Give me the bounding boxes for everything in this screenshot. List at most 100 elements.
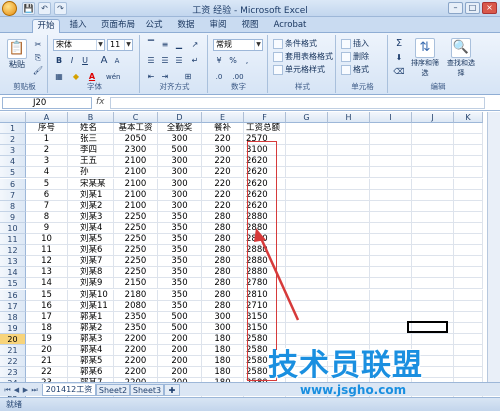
cell-b3[interactable]: 李四 [68,145,114,157]
cell-j14[interactable] [412,267,454,279]
cell-c17[interactable]: 2080 [114,300,158,312]
select-all-corner[interactable] [0,112,26,123]
cell-c2[interactable]: 2050 [114,134,158,146]
format-painter-icon[interactable]: 🖌 [32,65,44,77]
align-right-icon[interactable]: ☰ [173,55,185,67]
cell-c20[interactable]: 2200 [114,333,158,345]
cell-a15[interactable]: 14 [26,278,68,290]
paste-button[interactable]: 📋 粘贴 [5,39,29,70]
prev-sheet-icon[interactable]: ◀ [12,385,21,395]
cell-i18[interactable] [370,311,412,323]
cell-h19[interactable] [328,322,370,334]
cell-d3[interactable]: 500 [158,145,202,157]
vertical-scrollbar[interactable] [487,112,500,382]
row-header-20[interactable]: 20 [0,333,26,345]
cell-e8[interactable]: 220 [202,200,244,212]
cell-d18[interactable]: 500 [158,311,202,323]
column-header-e[interactable]: E [202,112,244,123]
cell-b4[interactable]: 王五 [68,156,114,168]
last-sheet-icon[interactable]: ⏭ [30,385,39,395]
cell-i5[interactable] [370,167,412,179]
cell-d10[interactable]: 350 [158,222,202,234]
font-size-select[interactable]: 11 ▼ [107,39,133,51]
align-center-icon[interactable]: ☰ [159,55,171,67]
cell-c12[interactable]: 2250 [114,245,158,257]
cell-k14[interactable] [454,267,483,279]
cell-j17[interactable] [412,300,454,312]
first-sheet-icon[interactable]: ⏮ [3,385,12,395]
row-header-18[interactable]: 18 [0,311,26,323]
column-header-h[interactable]: H [328,112,370,123]
cell-k15[interactable] [454,278,483,290]
cell-d23[interactable]: 200 [158,367,202,379]
sheet-tab-201412[interactable]: 201412工资 [42,384,96,396]
cell-e3[interactable]: 300 [202,145,244,157]
shrink-font-button[interactable]: A [111,55,123,67]
cell-g1[interactable] [286,123,328,134]
cell-e7[interactable]: 220 [202,189,244,201]
sheet-tab-sheet3[interactable]: Sheet3 [130,384,164,396]
cell-d19[interactable]: 500 [158,322,202,334]
cell-c22[interactable]: 2200 [114,356,158,368]
cut-icon[interactable]: ✂ [32,39,44,51]
insert-sheet-icon[interactable]: ✚ [164,384,180,396]
cell-j8[interactable] [412,200,454,212]
cell-a1[interactable]: 序号 [26,123,68,134]
cell-j2[interactable] [412,134,454,146]
row-header-3[interactable]: 3 [0,145,26,157]
underline-button[interactable]: U [79,55,91,67]
cell-h10[interactable] [328,222,370,234]
cell-c8[interactable]: 2100 [114,200,158,212]
cell-i3[interactable] [370,145,412,157]
row-header-10[interactable]: 10 [0,222,26,234]
cell-c1[interactable]: 基本工资 [114,123,158,134]
cell-a3[interactable]: 2 [26,145,68,157]
cell-b14[interactable]: 刘某8 [68,267,114,279]
cell-h4[interactable] [328,156,370,168]
cell-c4[interactable]: 2100 [114,156,158,168]
minimize-button[interactable]: – [448,2,463,14]
cell-c7[interactable]: 2100 [114,189,158,201]
cell-g2[interactable] [286,134,328,146]
cell-g7[interactable] [286,189,328,201]
row-header-15[interactable]: 15 [0,278,26,290]
copy-icon[interactable]: ⎘ [32,52,44,64]
cell-k17[interactable] [454,300,483,312]
cell-b8[interactable]: 刘某2 [68,200,114,212]
sheet-tab-sheet2[interactable]: Sheet2 [96,384,130,396]
clear-icon[interactable]: ⌫ [393,66,405,78]
cell-j13[interactable] [412,256,454,268]
cell-g6[interactable] [286,178,328,190]
percent-button[interactable]: % [227,55,239,67]
cell-k9[interactable] [454,211,483,223]
cell-k20[interactable] [454,333,483,345]
autosum-button[interactable]: Σ [393,38,405,50]
cell-d9[interactable]: 350 [158,211,202,223]
cell-h15[interactable] [328,278,370,290]
cell-k4[interactable] [454,156,483,168]
cell-k19[interactable] [454,322,483,334]
cell-d2[interactable]: 300 [158,134,202,146]
cell-e13[interactable]: 280 [202,256,244,268]
cell-e23[interactable]: 180 [202,367,244,379]
cell-a14[interactable]: 13 [26,267,68,279]
row-header-5[interactable]: 5 [0,167,26,179]
cell-i1[interactable] [370,123,412,134]
tab-home[interactable]: 开始 [32,19,60,33]
cell-b23[interactable]: 郭某6 [68,367,114,379]
cell-g17[interactable] [286,300,328,312]
cell-h14[interactable] [328,267,370,279]
cell-e6[interactable]: 220 [202,178,244,190]
grow-font-button[interactable]: A [98,55,110,67]
cell-b12[interactable]: 刘某6 [68,245,114,257]
cell-e9[interactable]: 280 [202,211,244,223]
align-middle-icon[interactable]: ≡ [159,39,171,51]
cell-b10[interactable]: 刘某4 [68,222,114,234]
cell-g15[interactable] [286,278,328,290]
cell-d5[interactable]: 300 [158,167,202,179]
cell-k7[interactable] [454,189,483,201]
cell-i2[interactable] [370,134,412,146]
cell-i9[interactable] [370,211,412,223]
cell-a21[interactable]: 20 [26,345,68,356]
sort-filter-button[interactable]: ⇅ 排序和筛选 [410,38,440,78]
